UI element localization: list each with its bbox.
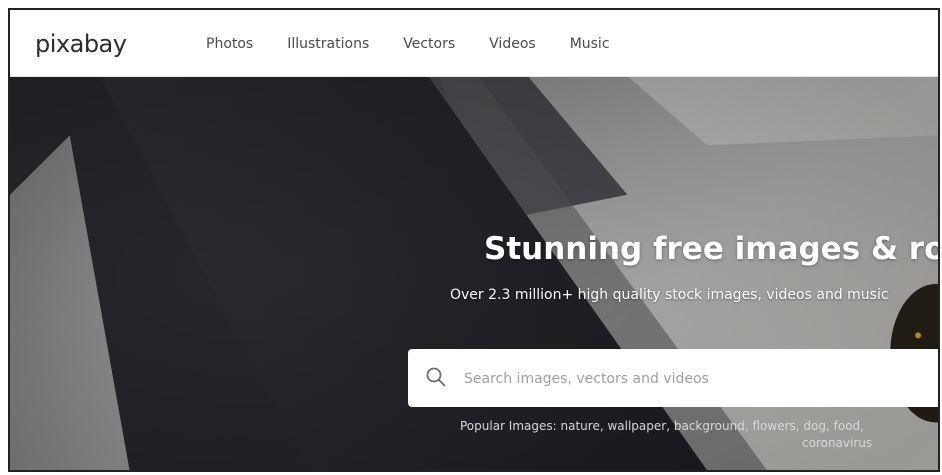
- popular-tag-coronavirus[interactable]: coronavirus: [802, 436, 872, 450]
- pixabay-logo[interactable]: pixabay: [35, 30, 127, 58]
- main-nav: Photos Illustrations Vectors Videos Musi…: [206, 36, 644, 52]
- browser-viewport: pixabay Photos Illustrations Vectors Vid…: [8, 8, 940, 472]
- nav-music[interactable]: Music: [570, 36, 610, 52]
- popular-prefix: Popular Images:: [460, 419, 561, 433]
- popular-tag-food[interactable]: food: [834, 419, 861, 433]
- popular-tag-wallpaper[interactable]: wallpaper: [607, 419, 666, 433]
- hero-title: Stunning free images & roy: [484, 231, 938, 267]
- popular-images: Popular Images: nature, wallpaper, backg…: [460, 419, 864, 433]
- nav-photos[interactable]: Photos: [206, 36, 253, 52]
- nav-vectors[interactable]: Vectors: [403, 36, 455, 52]
- popular-tag-dog[interactable]: dog: [803, 419, 826, 433]
- search-input[interactable]: [462, 367, 938, 391]
- popular-tag-flowers[interactable]: flowers: [752, 419, 795, 433]
- search-icon[interactable]: [425, 366, 447, 388]
- nav-videos[interactable]: Videos: [489, 36, 536, 52]
- hero-background-image: [10, 76, 938, 470]
- popular-tag-nature[interactable]: nature: [561, 419, 600, 433]
- search-box[interactable]: [408, 349, 938, 407]
- popular-images-line2: coronavirus: [802, 436, 872, 450]
- hero-section: Stunning free images & roy Over 2.3 mill…: [10, 76, 938, 470]
- popular-tag-background[interactable]: background: [674, 419, 745, 433]
- nav-illustrations[interactable]: Illustrations: [287, 36, 369, 52]
- top-navbar: pixabay Photos Illustrations Vectors Vid…: [10, 10, 938, 77]
- hero-subtitle: Over 2.3 million+ high quality stock ima…: [450, 287, 889, 303]
